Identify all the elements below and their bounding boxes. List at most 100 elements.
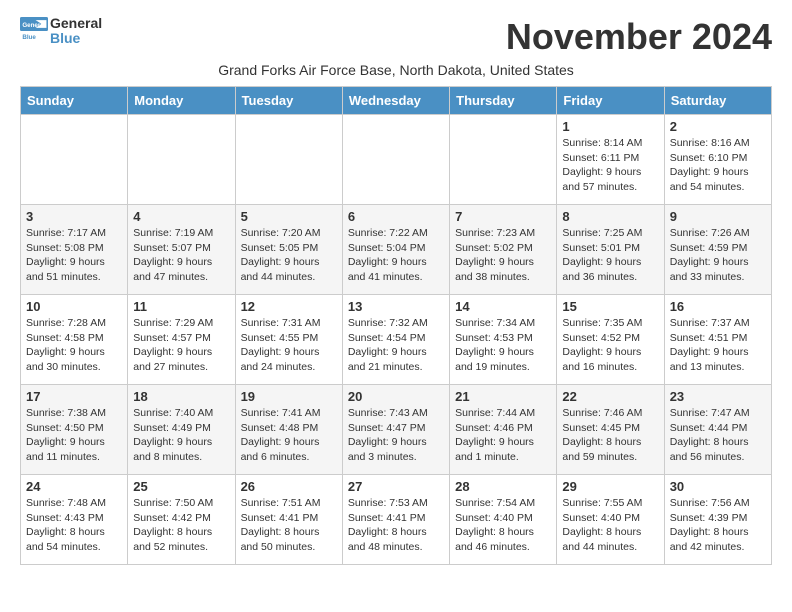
table-row: 22 Sunrise: 7:46 AM Sunset: 4:45 PM Dayli…	[557, 385, 664, 475]
header-thursday: Thursday	[450, 87, 557, 115]
table-row: 12 Sunrise: 7:31 AM Sunset: 4:55 PM Dayli…	[235, 295, 342, 385]
table-row: 6 Sunrise: 7:22 AM Sunset: 5:04 PM Daylig…	[342, 205, 449, 295]
calendar-header-row: Sunday Monday Tuesday Wednesday Thursday…	[21, 87, 772, 115]
logo-text: General Blue	[50, 16, 102, 47]
header-tuesday: Tuesday	[235, 87, 342, 115]
table-row: 1Sunrise: 8:14 AM Sunset: 6:11 PM Daylig…	[557, 115, 664, 205]
calendar-week-row: 1Sunrise: 8:14 AM Sunset: 6:11 PM Daylig…	[21, 115, 772, 205]
table-row: 10 Sunrise: 7:28 AM Sunset: 4:58 PM Dayli…	[21, 295, 128, 385]
day-info: Sunrise: 7:32 AM Sunset: 4:54 PM Dayligh…	[348, 316, 444, 375]
day-number: 18	[133, 389, 229, 404]
day-info: Sunrise: 7:48 AM Sunset: 4:43 PM Dayligh…	[26, 496, 122, 555]
day-number: 2	[670, 119, 766, 134]
page-title: November 2024	[506, 16, 772, 58]
day-info: Sunrise: 7:43 AM Sunset: 4:47 PM Dayligh…	[348, 406, 444, 465]
table-row	[128, 115, 235, 205]
day-number: 1	[562, 119, 658, 134]
header-wednesday: Wednesday	[342, 87, 449, 115]
day-info: Sunrise: 7:22 AM Sunset: 5:04 PM Dayligh…	[348, 226, 444, 285]
logo-icon: General Blue	[20, 17, 48, 45]
day-number: 19	[241, 389, 337, 404]
day-info: Sunrise: 7:53 AM Sunset: 4:41 PM Dayligh…	[348, 496, 444, 555]
table-row: 18 Sunrise: 7:40 AM Sunset: 4:49 PM Dayli…	[128, 385, 235, 475]
day-info: Sunrise: 7:54 AM Sunset: 4:40 PM Dayligh…	[455, 496, 551, 555]
day-number: 21	[455, 389, 551, 404]
table-row: 23Sunrise: 7:47 AM Sunset: 4:44 PM Dayli…	[664, 385, 771, 475]
day-number: 15	[562, 299, 658, 314]
day-number: 20	[348, 389, 444, 404]
day-info: Sunrise: 7:28 AM Sunset: 4:58 PM Dayligh…	[26, 316, 122, 375]
day-number: 16	[670, 299, 766, 314]
day-info: Sunrise: 7:29 AM Sunset: 4:57 PM Dayligh…	[133, 316, 229, 375]
table-row: 7 Sunrise: 7:23 AM Sunset: 5:02 PM Daylig…	[450, 205, 557, 295]
day-number: 9	[670, 209, 766, 224]
table-row: 3Sunrise: 7:17 AM Sunset: 5:08 PM Daylig…	[21, 205, 128, 295]
day-info: Sunrise: 7:20 AM Sunset: 5:05 PM Dayligh…	[241, 226, 337, 285]
table-row: 5 Sunrise: 7:20 AM Sunset: 5:05 PM Daylig…	[235, 205, 342, 295]
day-number: 29	[562, 479, 658, 494]
table-row: 30Sunrise: 7:56 AM Sunset: 4:39 PM Dayli…	[664, 475, 771, 565]
table-row: 25Sunrise: 7:50 AM Sunset: 4:42 PM Dayli…	[128, 475, 235, 565]
subtitle: Grand Forks Air Force Base, North Dakota…	[20, 62, 772, 78]
header-friday: Friday	[557, 87, 664, 115]
day-info: Sunrise: 8:16 AM Sunset: 6:10 PM Dayligh…	[670, 136, 766, 195]
table-row: 16 Sunrise: 7:37 AM Sunset: 4:51 PM Dayli…	[664, 295, 771, 385]
day-info: Sunrise: 7:38 AM Sunset: 4:50 PM Dayligh…	[26, 406, 122, 465]
day-number: 14	[455, 299, 551, 314]
table-row: 28 Sunrise: 7:54 AM Sunset: 4:40 PM Dayli…	[450, 475, 557, 565]
table-row	[450, 115, 557, 205]
table-row: 2 Sunrise: 8:16 AM Sunset: 6:10 PM Daylig…	[664, 115, 771, 205]
day-number: 8	[562, 209, 658, 224]
calendar-table: Sunday Monday Tuesday Wednesday Thursday…	[20, 86, 772, 565]
table-row	[235, 115, 342, 205]
day-info: Sunrise: 7:25 AM Sunset: 5:01 PM Dayligh…	[562, 226, 658, 285]
table-row: 4 Sunrise: 7:19 AM Sunset: 5:07 PM Daylig…	[128, 205, 235, 295]
day-number: 10	[26, 299, 122, 314]
day-info: Sunrise: 7:37 AM Sunset: 4:51 PM Dayligh…	[670, 316, 766, 375]
table-row: 27 Sunrise: 7:53 AM Sunset: 4:41 PM Dayli…	[342, 475, 449, 565]
table-row	[342, 115, 449, 205]
day-info: Sunrise: 7:40 AM Sunset: 4:49 PM Dayligh…	[133, 406, 229, 465]
table-row: 19 Sunrise: 7:41 AM Sunset: 4:48 PM Dayli…	[235, 385, 342, 475]
svg-text:General: General	[22, 23, 45, 30]
day-info: Sunrise: 7:46 AM Sunset: 4:45 PM Dayligh…	[562, 406, 658, 465]
day-number: 26	[241, 479, 337, 494]
day-info: Sunrise: 7:41 AM Sunset: 4:48 PM Dayligh…	[241, 406, 337, 465]
header-saturday: Saturday	[664, 87, 771, 115]
calendar-week-row: 24 Sunrise: 7:48 AM Sunset: 4:43 PM Dayli…	[21, 475, 772, 565]
day-number: 13	[348, 299, 444, 314]
day-number: 22	[562, 389, 658, 404]
day-number: 28	[455, 479, 551, 494]
day-number: 6	[348, 209, 444, 224]
day-info: Sunrise: 7:19 AM Sunset: 5:07 PM Dayligh…	[133, 226, 229, 285]
header-monday: Monday	[128, 87, 235, 115]
logo-general: General	[50, 16, 102, 31]
day-number: 7	[455, 209, 551, 224]
main-container: General Blue General Blue November 2024 …	[0, 0, 792, 581]
day-number: 24	[26, 479, 122, 494]
table-row: 20 Sunrise: 7:43 AM Sunset: 4:47 PM Dayli…	[342, 385, 449, 475]
day-info: Sunrise: 7:50 AM Sunset: 4:42 PM Dayligh…	[133, 496, 229, 555]
table-row: 24 Sunrise: 7:48 AM Sunset: 4:43 PM Dayli…	[21, 475, 128, 565]
day-info: Sunrise: 7:31 AM Sunset: 4:55 PM Dayligh…	[241, 316, 337, 375]
day-number: 12	[241, 299, 337, 314]
table-row: 21 Sunrise: 7:44 AM Sunset: 4:46 PM Dayli…	[450, 385, 557, 475]
day-number: 17	[26, 389, 122, 404]
day-info: Sunrise: 7:44 AM Sunset: 4:46 PM Dayligh…	[455, 406, 551, 465]
table-row: 17 Sunrise: 7:38 AM Sunset: 4:50 PM Dayli…	[21, 385, 128, 475]
day-info: Sunrise: 7:23 AM Sunset: 5:02 PM Dayligh…	[455, 226, 551, 285]
table-row: 14 Sunrise: 7:34 AM Sunset: 4:53 PM Dayli…	[450, 295, 557, 385]
header-row: General Blue General Blue November 2024	[20, 16, 772, 58]
day-number: 23	[670, 389, 766, 404]
svg-text:Blue: Blue	[22, 34, 36, 41]
day-info: Sunrise: 7:34 AM Sunset: 4:53 PM Dayligh…	[455, 316, 551, 375]
calendar-week-row: 17 Sunrise: 7:38 AM Sunset: 4:50 PM Dayli…	[21, 385, 772, 475]
table-row: 29Sunrise: 7:55 AM Sunset: 4:40 PM Dayli…	[557, 475, 664, 565]
logo-blue: Blue	[50, 31, 102, 46]
day-info: Sunrise: 7:35 AM Sunset: 4:52 PM Dayligh…	[562, 316, 658, 375]
day-number: 3	[26, 209, 122, 224]
day-number: 27	[348, 479, 444, 494]
table-row: 26Sunrise: 7:51 AM Sunset: 4:41 PM Dayli…	[235, 475, 342, 565]
day-number: 4	[133, 209, 229, 224]
day-number: 5	[241, 209, 337, 224]
